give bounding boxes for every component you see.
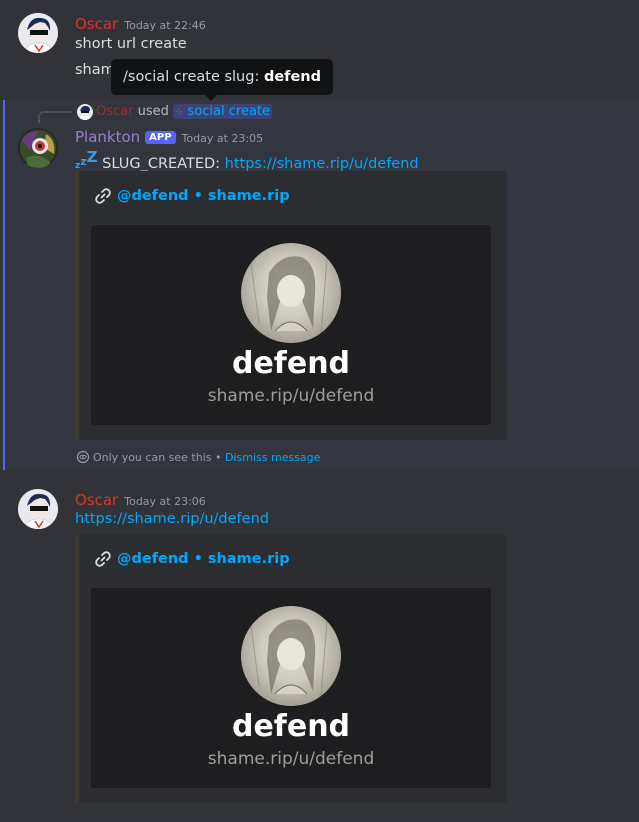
message-text: short url create bbox=[75, 36, 187, 52]
author-name[interactable]: Oscar bbox=[75, 491, 118, 509]
profile-picture bbox=[241, 243, 341, 343]
avatar-plankton[interactable] bbox=[18, 128, 58, 168]
reply-spine bbox=[38, 111, 72, 123]
card-subtitle: shame.rip/u/defend bbox=[207, 386, 375, 406]
ephemeral-note: Only you can see this • Dismiss message bbox=[76, 450, 320, 467]
ephemeral-text: Only you can see this bbox=[93, 451, 212, 464]
avatar-oscar[interactable] bbox=[18, 13, 58, 53]
link-embed: @defend • shame.rip defend shame.rip/u/d… bbox=[75, 534, 507, 803]
card-title: defend bbox=[231, 346, 351, 381]
reply-avatar[interactable] bbox=[77, 104, 93, 120]
avatar-oscar[interactable] bbox=[18, 489, 58, 529]
message-prefix: SLUG_CREATED: bbox=[102, 156, 221, 172]
tooltip-value: defend bbox=[263, 69, 322, 85]
command-tooltip: /social create slug: defend bbox=[111, 59, 334, 95]
dismiss-message-link[interactable]: Dismiss message bbox=[225, 451, 320, 464]
message-link[interactable]: https://shame.rip/u/defend bbox=[225, 156, 419, 172]
zzz-emoji: zzZ bbox=[75, 148, 98, 171]
link-icon bbox=[94, 550, 112, 572]
embed-image-card[interactable]: defend shame.rip/u/defend bbox=[91, 588, 491, 788]
reply-used: used bbox=[137, 104, 169, 119]
reply-command[interactable]: ⁘ social create bbox=[173, 104, 273, 119]
app-badge: APP bbox=[145, 131, 176, 144]
message-header: Oscar Today at 23:06 bbox=[75, 490, 206, 509]
timestamp[interactable]: Today at 23:06 bbox=[124, 495, 206, 508]
slash-command-icon: ⁘ bbox=[175, 107, 184, 118]
reply-author[interactable]: Oscar bbox=[96, 104, 133, 119]
reply-command-label: social create bbox=[187, 104, 271, 119]
message-link[interactable]: https://shame.rip/u/defend bbox=[75, 511, 269, 527]
embed-header[interactable]: @defend • shame.rip bbox=[117, 551, 290, 567]
reply-preview[interactable]: Oscar used ⁘ social create bbox=[96, 104, 273, 119]
link-embed: @defend • shame.rip defend shame.rip/u/d… bbox=[75, 171, 507, 440]
profile-picture bbox=[241, 606, 341, 706]
timestamp[interactable]: Today at 22:46 bbox=[124, 19, 206, 32]
author-name[interactable]: Oscar bbox=[75, 15, 118, 33]
author-name[interactable]: Plankton bbox=[75, 128, 140, 146]
card-title: defend bbox=[231, 709, 351, 744]
message-header: Plankton APP Today at 23:05 bbox=[75, 127, 263, 146]
message-header: Oscar Today at 22:46 bbox=[75, 14, 206, 33]
card-subtitle: shame.rip/u/defend bbox=[207, 749, 375, 769]
embed-image-card[interactable]: defend shame.rip/u/defend bbox=[91, 225, 491, 425]
timestamp[interactable]: Today at 23:05 bbox=[182, 132, 264, 145]
embed-header[interactable]: @defend • shame.rip bbox=[117, 188, 290, 204]
ephemeral-bar bbox=[3, 100, 5, 470]
message-text: zzZ SLUG_CREATED: https://shame.rip/u/de… bbox=[75, 148, 419, 172]
link-icon bbox=[94, 187, 112, 209]
tooltip-prefix: /social create slug: bbox=[123, 69, 260, 85]
message-text: sham bbox=[75, 62, 115, 78]
eye-icon bbox=[76, 450, 90, 467]
